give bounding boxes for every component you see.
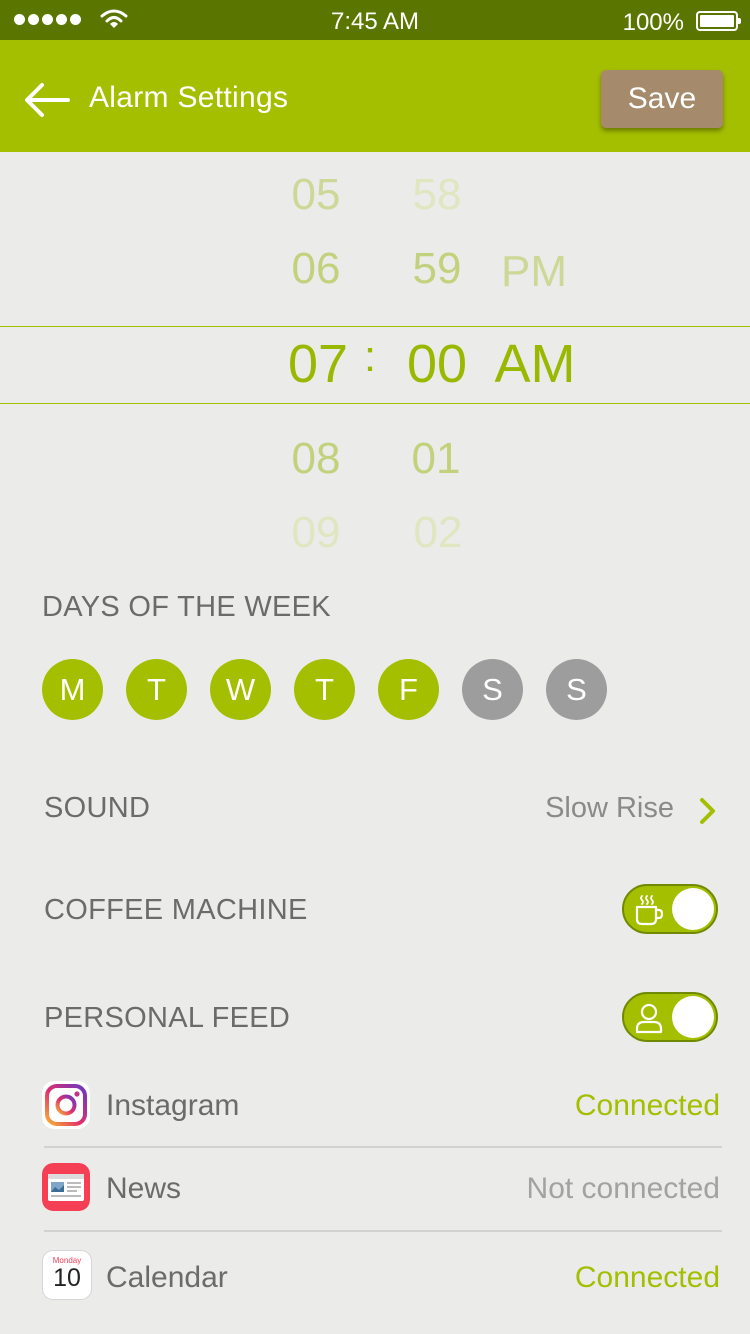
- minute-option[interactable]: 59: [413, 247, 462, 291]
- minute-option[interactable]: 58: [413, 173, 462, 217]
- chevron-right-icon[interactable]: [697, 797, 719, 825]
- selection-bottom-line: [0, 403, 750, 404]
- feed-name: News: [106, 1172, 182, 1205]
- instagram-icon: [42, 1081, 90, 1129]
- day-sunday[interactable]: S: [546, 659, 607, 720]
- days-of-week-label: DAYS OF THE WEEK: [42, 591, 331, 623]
- day-wednesday[interactable]: W: [210, 659, 271, 720]
- coffee-machine-label: COFFEE MACHINE: [44, 894, 308, 926]
- time-separator: :: [363, 332, 377, 381]
- sound-value[interactable]: Slow Rise: [545, 792, 674, 825]
- page-title: Alarm Settings: [89, 81, 289, 114]
- calendar-icon-date: 10: [53, 1264, 81, 1292]
- person-icon: [635, 1003, 663, 1034]
- feed-status: Connected: [574, 1089, 720, 1122]
- save-button[interactable]: Save: [601, 70, 723, 128]
- coffee-cup-icon: [635, 895, 664, 926]
- hour-option[interactable]: 05: [292, 173, 341, 217]
- selection-top-line: [0, 326, 750, 327]
- feed-name: Instagram: [106, 1089, 240, 1122]
- calendar-icon: Monday 10: [42, 1250, 92, 1300]
- list-item-instagram[interactable]: Instagram Connected: [42, 1063, 722, 1147]
- personal-feed-toggle[interactable]: [622, 992, 718, 1042]
- toggle-knob: [672, 996, 714, 1038]
- day-friday[interactable]: F: [378, 659, 439, 720]
- battery-icon: [696, 11, 741, 31]
- day-monday[interactable]: M: [42, 659, 103, 720]
- period-option[interactable]: PM: [501, 250, 567, 294]
- selected-minute[interactable]: 00: [407, 337, 467, 391]
- battery-percentage: 100%: [622, 9, 684, 36]
- hour-option[interactable]: 08: [292, 437, 341, 481]
- back-arrow-icon[interactable]: [22, 80, 72, 120]
- minute-option[interactable]: 02: [414, 511, 463, 555]
- feed-name: Calendar: [106, 1261, 228, 1294]
- status-bar: 7:45 AM 100%: [0, 0, 750, 40]
- days-selector: M T W T F S S: [42, 659, 607, 720]
- hour-option[interactable]: 06: [292, 247, 341, 291]
- coffee-machine-toggle[interactable]: [622, 884, 718, 934]
- personal-feed-label: PERSONAL FEED: [44, 1002, 291, 1034]
- selected-period[interactable]: AM: [495, 337, 576, 391]
- sound-label: SOUND: [44, 792, 151, 824]
- time-picker[interactable]: 05 58 06 59 PM 07 : 00 AM 08 01 09 02: [0, 152, 750, 572]
- feed-status: Connected: [574, 1261, 720, 1294]
- feed-status: Not connected: [526, 1172, 720, 1205]
- hour-option[interactable]: 09: [292, 511, 341, 555]
- selected-hour[interactable]: 07: [288, 337, 348, 391]
- news-icon: [42, 1163, 90, 1211]
- day-saturday[interactable]: S: [462, 659, 523, 720]
- day-tuesday[interactable]: T: [126, 659, 187, 720]
- list-item-calendar[interactable]: Monday 10 Calendar Connected: [42, 1232, 722, 1316]
- nav-bar: Alarm Settings Save: [0, 40, 750, 152]
- day-thursday[interactable]: T: [294, 659, 355, 720]
- minute-option[interactable]: 01: [412, 437, 461, 481]
- toggle-knob: [672, 888, 714, 930]
- list-item-news[interactable]: News Not connected: [42, 1147, 722, 1231]
